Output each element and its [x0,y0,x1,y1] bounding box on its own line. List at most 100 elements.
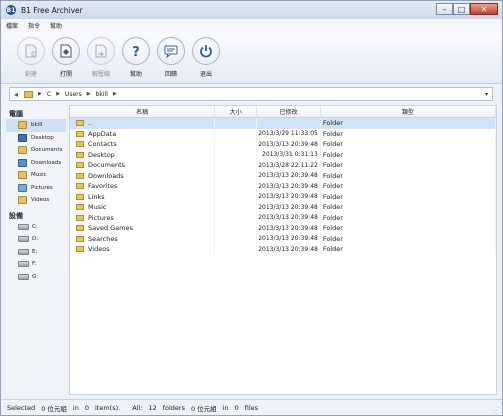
file-modified: 2013/3/13 20:39:48 [257,212,321,223]
chevron-down-icon[interactable]: ▾ [485,91,488,98]
file-modified: 2013/3/13 20:39:48 [257,170,321,181]
sidebar-item-desktop[interactable]: Desktop [6,132,66,145]
toolbar-label: 回饋 [164,71,177,78]
file-modified: 2013/3/13 20:39:48 [257,223,321,234]
file-modified: 2013/3/13 20:39:48 [257,244,321,255]
file-type: Folder [321,233,496,244]
file-type: Folder [321,139,496,150]
column-header-type[interactable]: 類型 [321,106,496,117]
app-logo-icon: B1 [6,5,16,15]
file-row[interactable]: .. Folder [70,118,496,129]
file-name: Music [88,203,107,212]
power-icon [192,37,220,65]
pictures-icon [18,183,27,192]
sidebar-drive-g[interactable]: G: [6,271,66,284]
status-files-label: files [244,403,259,412]
menu-commands[interactable]: 指令 [23,21,45,30]
folder-icon [76,151,84,158]
help-button[interactable]: ? 幫助 [118,37,154,78]
file-row[interactable]: Pictures 2013/3/13 20:39:48 Folder [70,212,496,223]
file-row[interactable]: Desktop 2013/3/31 0:31:13 Folder [70,149,496,160]
sidebar-item-music[interactable]: Music [6,169,66,182]
exit-button[interactable]: 退出 [188,37,224,78]
file-row[interactable]: Searches 2013/3/13 20:39:48 Folder [70,233,496,244]
feedback-button[interactable]: 回饋 [153,37,189,78]
sidebar-item-videos[interactable]: Videos [6,194,66,207]
folder-icon [76,141,84,148]
sidebar-item-label: Documents [31,147,63,154]
file-list-header: 名稱 大小 已修改 類型 [70,106,496,118]
status-all-label: All: [132,403,143,412]
sidebar-drive-c[interactable]: C: [6,221,66,234]
file-row[interactable]: Links 2013/3/13 20:39:48 Folder [70,191,496,202]
sidebar-item-pictures[interactable]: Pictures [6,182,66,195]
file-size [215,139,258,150]
create-archive-button[interactable]: 創建 [13,37,49,78]
column-header-modified[interactable]: 已修改 [257,106,321,117]
column-header-size[interactable]: 大小 [215,106,258,117]
drive-label: F: [32,261,37,268]
file-row[interactable]: Music 2013/3/13 20:39:48 Folder [70,202,496,213]
folder-icon [76,235,84,242]
status-folders-label: folders [162,403,185,412]
status-selected-size: 0 位元組 [41,404,67,413]
folder-icon [76,162,84,169]
extract-button[interactable]: 解壓縮 [83,37,119,78]
sidebar-drive-f[interactable]: F: [6,258,66,271]
breadcrumb-users[interactable]: Users [65,91,82,98]
folder-icon [24,90,33,98]
file-type: Folder [321,212,496,223]
open-archive-icon [52,37,80,65]
folder-icon [76,183,84,190]
sidebar-drive-d[interactable]: D: [6,233,66,246]
sidebar-item-bkill[interactable]: bkill [6,119,66,132]
file-row[interactable]: Videos 2013/3/13 20:39:48 Folder [70,244,496,255]
file-modified: 2013/3/13 20:39:48 [257,233,321,244]
hard-drive-icon [18,273,29,280]
status-all-size: 0 位元組 [190,404,217,413]
window-title: B1 Free Archiver [21,5,83,15]
sidebar-item-downloads[interactable]: Downloads [6,157,66,170]
file-modified: 2013/3/13 20:39:48 [257,191,321,202]
file-row[interactable]: AppData 2013/3/29 11:33:05 Folder [70,128,496,139]
file-name-cell: Music [70,202,216,213]
file-type: Folder [321,149,496,160]
sidebar-item-documents[interactable]: Documents [6,144,66,157]
hard-drive-icon [18,236,29,243]
breadcrumb-drive[interactable]: C [47,91,51,98]
file-type: Folder [321,160,496,171]
back-arrow-icon[interactable]: ◂ [10,90,22,99]
sidebar-drive-e[interactable]: E: [6,246,66,259]
breadcrumb-separator-icon: ▶ [38,91,42,97]
menu-file[interactable]: 檔案 [1,21,23,30]
menu-help[interactable]: 幫助 [45,21,67,30]
file-name-cell: Pictures [70,212,216,223]
address-bar[interactable]: ◂ ▶ C ▶ Users ▶ bkill ▶ ▾ [9,87,493,101]
breadcrumb-user[interactable]: bkill [96,91,108,98]
column-header-name[interactable]: 名稱 [70,106,216,117]
resize-grip-icon[interactable]: ⋰ [493,406,500,414]
sidebar-heading-devices: 設備 [9,211,23,220]
status-all-count: 12 [148,403,157,412]
file-size [215,244,258,255]
window-controls: – □ ✕ [436,3,498,15]
sidebar-item-label: Music [31,172,47,179]
file-name-cell: AppData [70,128,216,139]
toolbar-label: 打開 [59,71,72,78]
file-row[interactable]: Documents 2013/3/28 22:11:22 Folder [70,160,496,171]
file-row[interactable]: Saved Games 2013/3/13 20:39:48 Folder [70,223,496,234]
close-button[interactable]: ✕ [470,3,498,15]
file-row[interactable]: Downloads 2013/3/13 20:39:48 Folder [70,170,496,181]
minimize-button[interactable]: – [436,3,453,15]
open-archive-button[interactable]: 打開 [48,37,84,78]
file-modified: 2013/3/13 20:39:48 [257,202,321,213]
file-name: Pictures [88,213,114,222]
file-modified [257,118,321,129]
folder-icon [76,214,84,221]
title-bar[interactable]: B1 B1 Free Archiver – □ ✕ [1,1,502,19]
maximize-button[interactable]: □ [453,3,470,15]
file-modified: 2013/3/29 11:33:05 [257,128,321,139]
file-name-cell: Contacts [70,139,216,150]
file-row[interactable]: Favorites 2013/3/13 20:39:48 Folder [70,181,496,192]
file-row[interactable]: Contacts 2013/3/13 20:39:48 Folder [70,139,496,150]
